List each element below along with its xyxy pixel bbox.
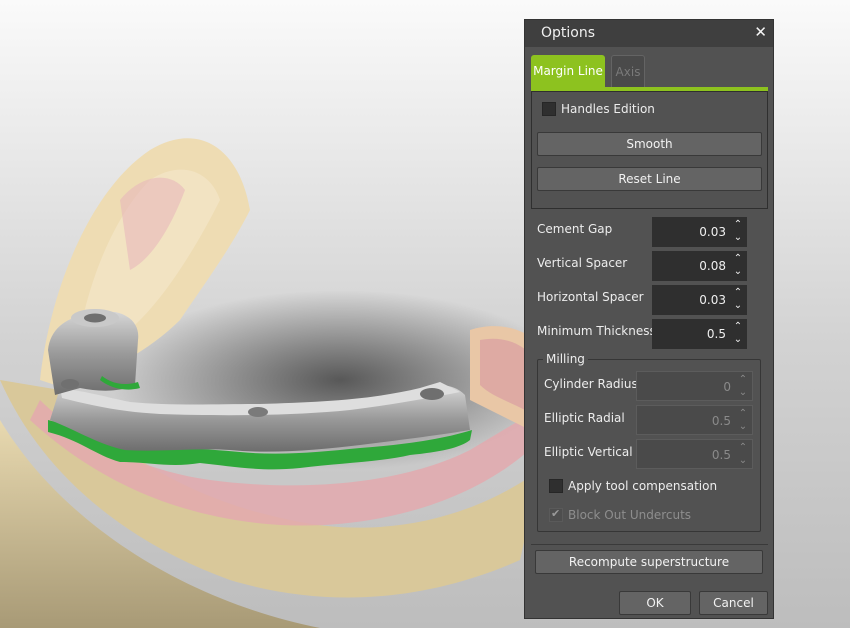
block-out-undercuts-checkbox: ✔ (549, 507, 563, 522)
apply-tool-compensation-checkbox[interactable] (549, 479, 563, 493)
cylinder-radius-field: 0 ⌃ ⌄ (636, 371, 753, 401)
minimum-thickness-label: Minimum Thickness (537, 324, 656, 338)
vertical-spacer-label: Vertical Spacer (537, 256, 628, 270)
tab-axis[interactable]: Axis (611, 55, 645, 88)
cylinder-radius-value: 0 (723, 380, 731, 394)
spin-up-icon[interactable]: ⌃ (731, 253, 745, 265)
handles-edition-checkbox[interactable] (542, 102, 556, 116)
cement-gap-value: 0.03 (699, 225, 726, 239)
ok-button[interactable]: OK (619, 591, 691, 615)
spin-down-icon[interactable]: ⌄ (731, 232, 745, 244)
spin-up-icon: ⌃ (738, 442, 748, 453)
minimum-thickness-field[interactable]: 0.5 ⌃ ⌄ (652, 319, 747, 349)
vertical-spacer-value: 0.08 (699, 259, 726, 273)
spin-up-icon[interactable]: ⌃ (731, 321, 745, 333)
cylinder-radius-label: Cylinder Radius (544, 377, 638, 391)
vertical-spacer-field[interactable]: 0.08 ⌃ ⌄ (652, 251, 747, 281)
handles-edition-label: Handles Edition (561, 102, 655, 116)
close-icon[interactable]: ✕ (754, 23, 767, 41)
elliptic-radial-field: 0.5 ⌃ ⌄ (636, 405, 753, 435)
cement-gap-label: Cement Gap (537, 222, 613, 236)
horizontal-spacer-label: Horizontal Spacer (537, 290, 644, 304)
elliptic-vertical-value: 0.5 (711, 448, 731, 462)
spin-down-icon: ⌄ (738, 455, 748, 466)
spin-up-icon[interactable]: ⌃ (731, 287, 745, 299)
elliptic-vertical-label: Elliptic Vertical (544, 445, 633, 459)
spin-up-icon: ⌃ (738, 374, 748, 385)
spin-down-icon[interactable]: ⌄ (731, 266, 745, 278)
spin-down-icon: ⌄ (738, 421, 748, 432)
elliptic-vertical-field: 0.5 ⌃ ⌄ (636, 439, 753, 469)
spin-down-icon[interactable]: ⌄ (731, 334, 745, 346)
checkmark-icon: ✔ (551, 507, 561, 520)
dialog-title: Options (541, 25, 596, 41)
recompute-superstructure-button[interactable]: Recompute superstructure (535, 550, 763, 574)
cement-gap-field[interactable]: 0.03 ⌃ ⌄ (652, 217, 747, 247)
elliptic-radial-label: Elliptic Radial (544, 411, 625, 425)
reset-line-button[interactable]: Reset Line (537, 167, 762, 191)
apply-tool-compensation-label: Apply tool compensation (568, 479, 718, 493)
block-out-undercuts-label: Block Out Undercuts (568, 508, 692, 522)
spin-down-icon[interactable]: ⌄ (731, 300, 745, 312)
spin-down-icon: ⌄ (738, 387, 748, 398)
tab-margin-line[interactable]: Margin Line (531, 55, 605, 88)
options-dialog: Options ✕ Margin Line Axis Handles Editi… (524, 19, 774, 619)
dialog-titlebar: Options ✕ (525, 20, 773, 47)
cancel-button[interactable]: Cancel (699, 591, 768, 615)
milling-group-title: Milling (543, 352, 588, 366)
smooth-button[interactable]: Smooth (537, 132, 762, 156)
minimum-thickness-value: 0.5 (706, 327, 726, 341)
spin-up-icon[interactable]: ⌃ (731, 219, 745, 231)
spin-up-icon: ⌃ (738, 408, 748, 419)
elliptic-radial-value: 0.5 (711, 414, 731, 428)
divider (531, 544, 768, 545)
horizontal-spacer-value: 0.03 (699, 293, 726, 307)
horizontal-spacer-field[interactable]: 0.03 ⌃ ⌄ (652, 285, 747, 315)
